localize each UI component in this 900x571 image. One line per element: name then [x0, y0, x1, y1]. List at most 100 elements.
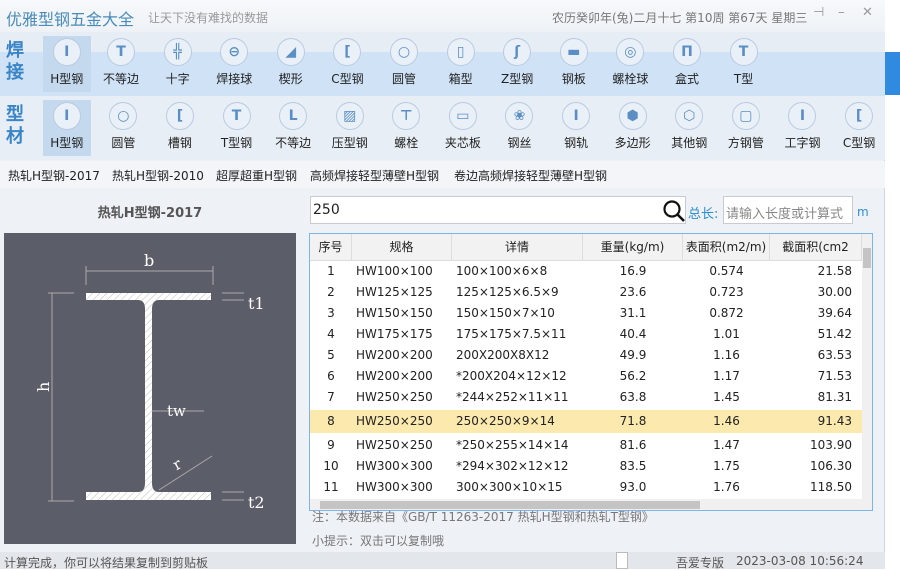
section-item[interactable]: ▭ 夹芯板: [439, 100, 487, 156]
table-cell: 0.574: [709, 264, 744, 278]
subtype-tab[interactable]: 热轧H型钢-2017: [8, 167, 100, 184]
table-cell: HW150×150: [356, 306, 433, 320]
section-item[interactable]: I H型钢: [42, 100, 91, 156]
section-shape-icon: ○: [109, 102, 138, 130]
weld-item[interactable]: ⊖ 焊接球: [210, 36, 258, 92]
section-item[interactable]: I 工字钢: [778, 100, 826, 156]
section-item[interactable]: ⬡ 其他钢: [665, 100, 713, 156]
search-icon[interactable]: [662, 199, 686, 226]
table-cell: 8: [327, 414, 335, 428]
weld-item[interactable]: [C型钢: [323, 36, 371, 92]
table-row[interactable]: 5 HW200×200 200X200X8X12 49.9 1.16 63.53: [310, 345, 862, 366]
column-header[interactable]: 序号: [310, 234, 352, 261]
weld-shape-icon: I: [52, 38, 81, 66]
weld-item[interactable]: ʃ Z型钢: [493, 36, 541, 92]
table-cell: 31.1: [619, 306, 647, 320]
section-item-label: 方钢管: [727, 136, 764, 150]
section-item[interactable]: T T型钢: [213, 100, 261, 156]
weld-item[interactable]: ▬ 钢板: [550, 36, 598, 92]
table-row[interactable]: 3 HW150×150 150×150×7×10 31.1 0.872 39.64: [310, 303, 862, 324]
table-cell: 81.31: [817, 390, 852, 404]
status-bar: 计算完成，你可以将结果复制到剪贴板 吾爱专版 2023-03-08 10:56:…: [0, 552, 885, 570]
total-length-input[interactable]: 请输入长度或计算式: [723, 196, 853, 224]
section-item[interactable]: [C型钢: [835, 100, 883, 156]
data-source-note: 注：本数据来自《GB/T 11263-2017 热轧H型钢和热轧T型钢》: [312, 510, 654, 524]
minimize-icon[interactable]: –: [838, 5, 845, 20]
table-row[interactable]: 6 HW200×200 *200X204×12×12 56.2 1.17 71.53: [310, 366, 862, 387]
vertical-scrollbar[interactable]: [862, 234, 872, 500]
table-row[interactable]: 8 HW250×250 250×250×9×14 71.8 1.46 91.43: [310, 410, 862, 433]
table-cell: 1.46: [713, 414, 740, 428]
subtype-tab[interactable]: 卷边高频焊接轻型薄壁H型钢: [454, 167, 607, 184]
section-item-label: 槽钢: [167, 136, 192, 150]
weld-item[interactable]: ○ 圆管: [380, 36, 428, 92]
subtype-tab[interactable]: 超厚超重H型钢: [216, 167, 297, 184]
section-item-label: 工字钢: [784, 136, 821, 150]
column-header[interactable]: 详情: [452, 234, 583, 261]
section-item[interactable]: L 不等边: [269, 100, 317, 156]
weld-shape-icon: [: [333, 38, 362, 66]
weld-item[interactable]: ◎ 螺栓球: [606, 36, 654, 92]
weld-item[interactable]: ╬ 十字: [154, 36, 202, 92]
table-cell: 1.75: [713, 459, 740, 473]
weld-shape-icon: ʃ: [503, 38, 532, 66]
label-b: b: [144, 251, 154, 270]
table-cell: 300×300×10×15: [456, 480, 563, 494]
table-row[interactable]: 1 HW100×100 100×100×6×8 16.9 0.574 21.58: [310, 261, 862, 282]
zoom-slider[interactable]: [616, 552, 628, 569]
table-cell: 71.53: [817, 369, 852, 383]
weld-item[interactable]: T T型: [720, 36, 768, 92]
table-row[interactable]: 9 HW250×250 *250×255×14×14 81.6 1.47 103.90: [310, 435, 862, 456]
app-window: 优雅型钢五金大全 让天下没有难找的数据 农历癸卯年(兔)二月十七 第10周 第6…: [0, 0, 885, 570]
weld-item[interactable]: T 不等边: [97, 36, 145, 92]
section-row-label: 型材: [6, 104, 24, 147]
section-shape-icon: ▢: [731, 102, 760, 130]
column-header[interactable]: 表面积(m2/m): [683, 234, 770, 261]
section-item[interactable]: ▨ 压型钢: [326, 100, 374, 156]
edition-label: 吾爱专版: [676, 556, 725, 570]
table-cell: 21.58: [817, 264, 852, 278]
close-icon[interactable]: ✕: [862, 5, 873, 20]
weld-shape-icon: T: [107, 38, 136, 66]
subtype-tab[interactable]: 热轧H型钢-2010: [112, 167, 204, 184]
table-row[interactable]: 10 HW300×300 *294×302×12×12 83.5 1.75 106.30: [310, 456, 862, 477]
weld-item-label: 箱型: [448, 72, 473, 86]
section-item[interactable]: ❀ 钢丝: [495, 100, 543, 156]
table-cell: HW125×125: [356, 285, 433, 299]
table-cell: 5: [327, 348, 335, 362]
background-band: [885, 52, 900, 95]
pin-icon[interactable]: ⊣: [813, 5, 824, 20]
table-row[interactable]: 11 HW300×300 300×300×10×15 93.0 1.76 118.50: [310, 477, 862, 498]
data-table: 序号 规格 详情 重量(kg/m) 表面积(m2/m) 截面积(cm2 1 HW100×10…: [309, 233, 873, 511]
section-item[interactable]: ○ 圆管: [99, 100, 147, 156]
search-input[interactable]: 250: [310, 196, 686, 224]
weld-item[interactable]: Π 盒式: [663, 36, 711, 92]
column-header[interactable]: 重量(kg/m): [583, 234, 683, 261]
section-shape-icon: ⊤: [392, 102, 421, 130]
scroll-thumb[interactable]: [863, 248, 871, 268]
table-cell: 2: [327, 285, 335, 299]
table-cell: 11: [323, 480, 339, 494]
table-cell: 1.76: [713, 480, 740, 494]
table-row[interactable]: 2 HW125×125 125×125×6.5×9 23.6 0.723 30.00: [310, 282, 862, 303]
weld-item-label: 焊接球: [216, 72, 253, 86]
table-row[interactable]: 7 HW250×250 *244×252×11×11 63.8 1.45 81.31: [310, 387, 862, 408]
section-item[interactable]: ▢ 方钢管: [722, 100, 770, 156]
table-cell: 4: [327, 327, 335, 341]
section-item[interactable]: I 钢轨: [552, 100, 600, 156]
table-row[interactable]: 4 HW175×175 175×175×7.5×11 40.4 1.01 51.42: [310, 324, 862, 345]
column-header[interactable]: 规格: [352, 234, 452, 261]
section-item[interactable]: ⊤ 螺栓: [382, 100, 430, 156]
column-header[interactable]: 截面积(cm2: [770, 234, 862, 261]
section-item-label: 不等边: [275, 136, 312, 150]
app-name: 优雅型钢五金大全: [6, 10, 135, 29]
section-item[interactable]: ⬢ 多边形: [609, 100, 657, 156]
weld-item[interactable]: ◢ 楔形: [267, 36, 315, 92]
section-item[interactable]: [槽钢: [156, 100, 204, 156]
weld-item[interactable]: ▯ 箱型: [437, 36, 485, 92]
weld-item[interactable]: I H型钢: [42, 36, 91, 92]
table-cell: *244×252×11×11: [456, 390, 569, 404]
section-shape-icon: [: [845, 102, 874, 130]
subtype-tab[interactable]: 高频焊接轻型薄壁H型钢: [310, 167, 439, 184]
total-length-label: 总长:: [688, 207, 719, 222]
